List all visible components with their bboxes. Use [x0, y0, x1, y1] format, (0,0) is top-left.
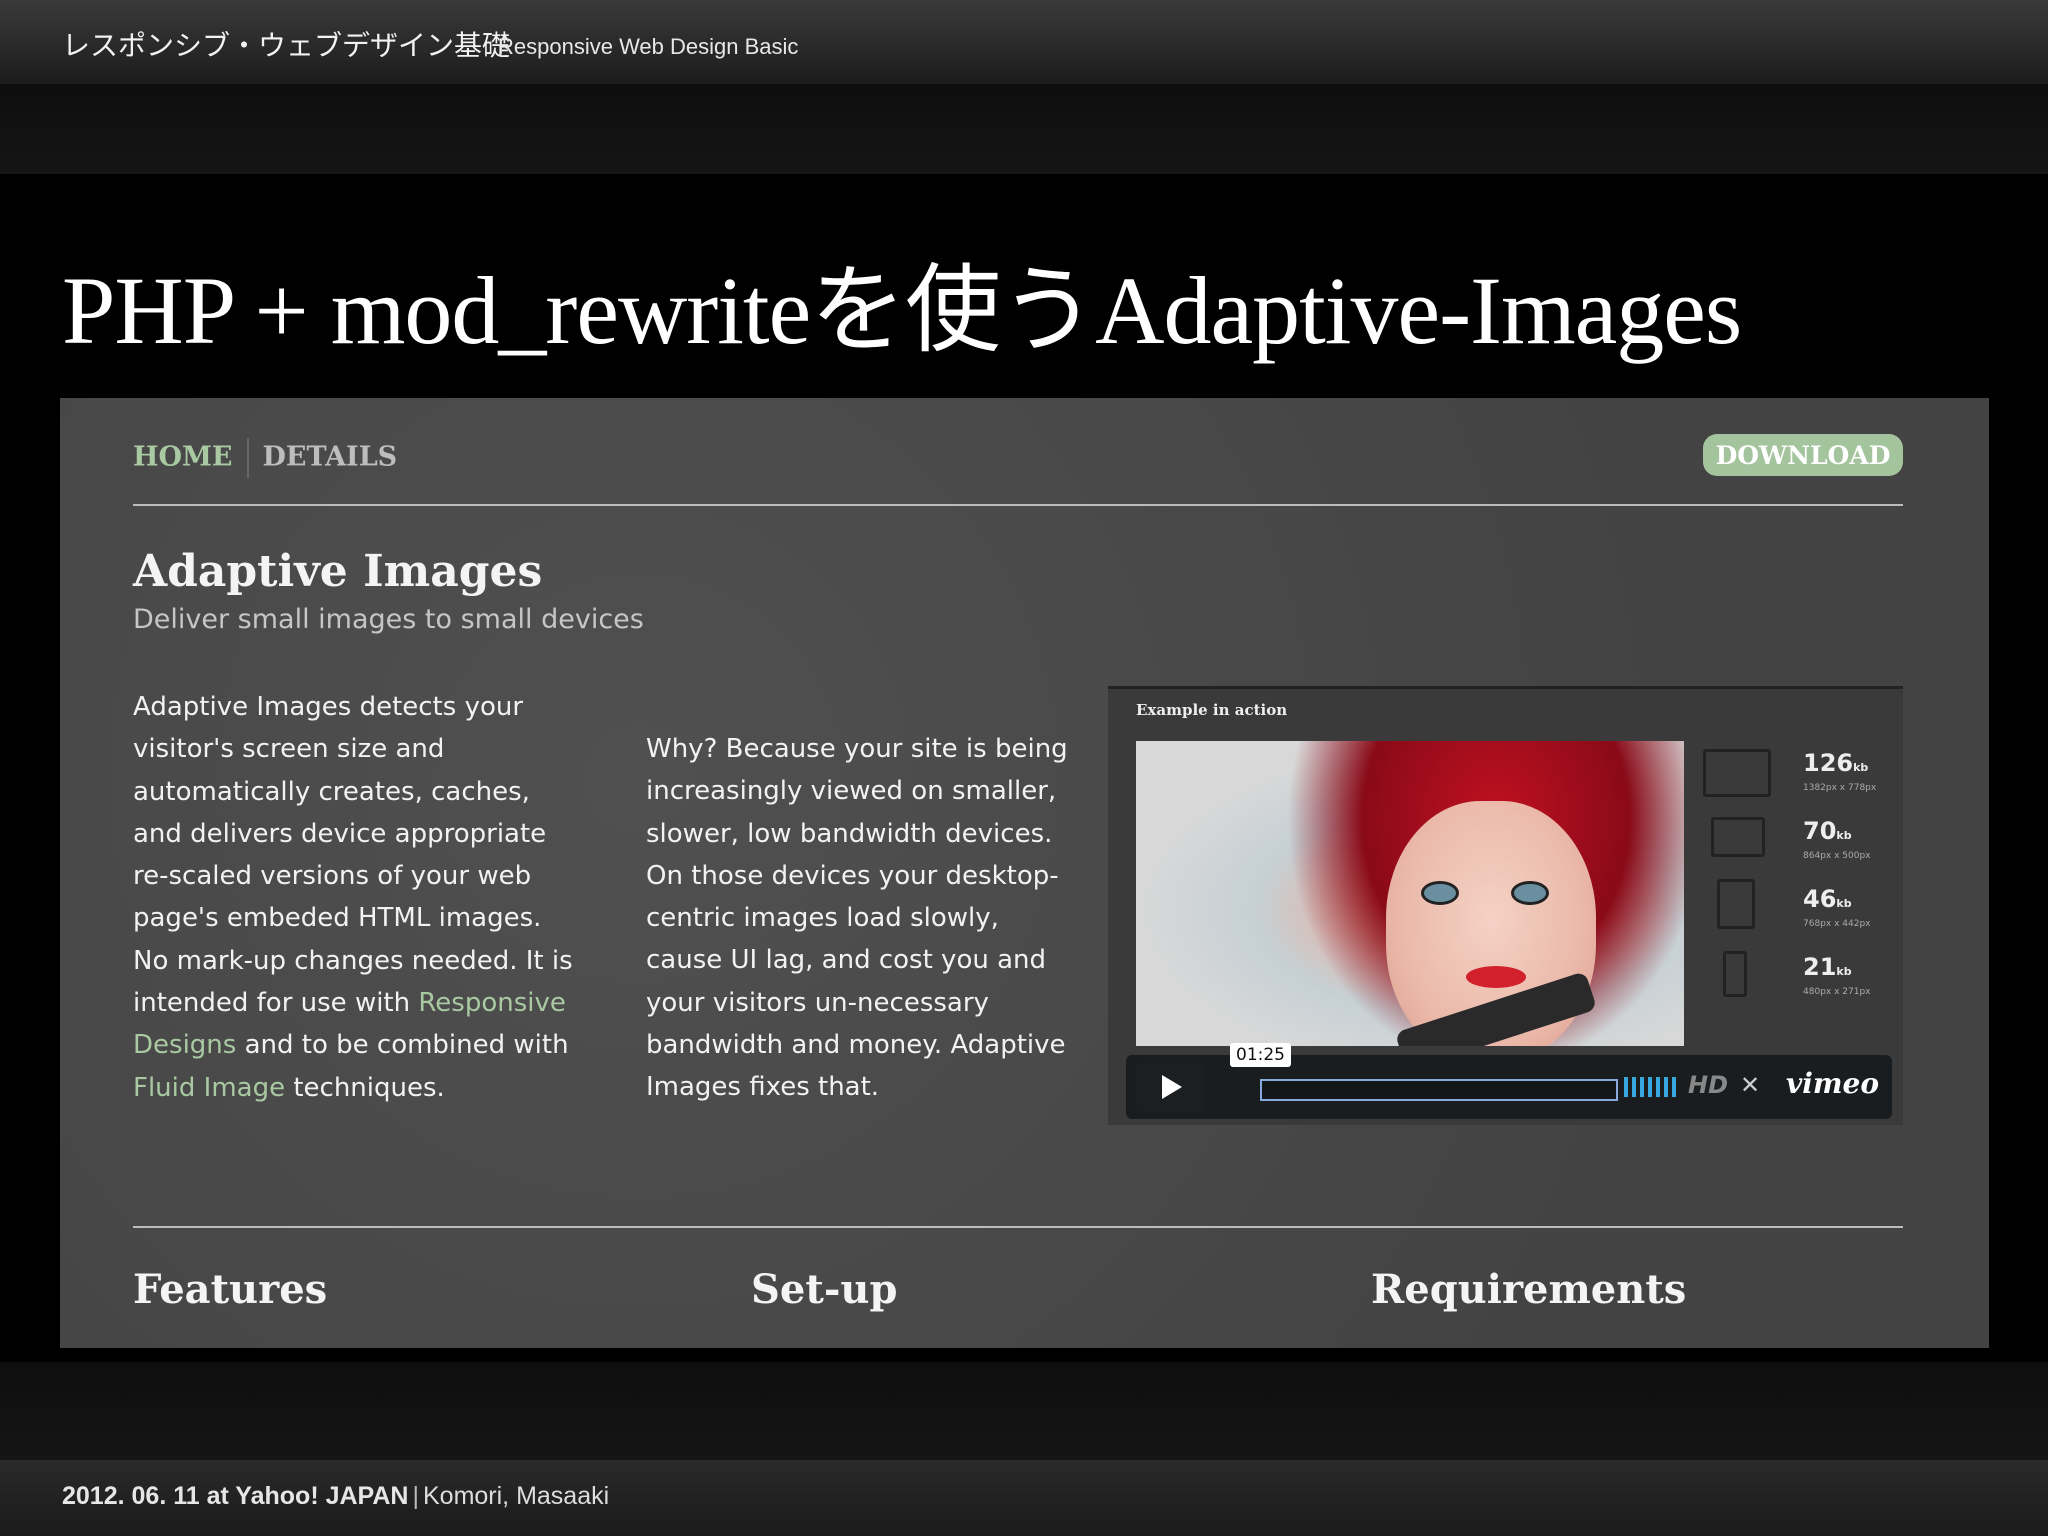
- header-rule: [133, 504, 1903, 506]
- nav-divider: [246, 438, 249, 478]
- device-res-desktop: 1382px x 778px: [1803, 783, 1877, 793]
- laptop-icon: [1711, 817, 1765, 857]
- phone-icon: [1723, 951, 1747, 997]
- thumbnail-eye-right: [1511, 881, 1549, 905]
- download-button[interactable]: DOWNLOAD: [1703, 434, 1903, 476]
- video-scrubber[interactable]: [1260, 1079, 1618, 1101]
- desktop-icon: [1703, 749, 1771, 797]
- vimeo-logo[interactable]: vimeo: [1786, 1067, 1879, 1100]
- device-size-laptop: 70kb: [1803, 817, 1852, 845]
- header-title-jp: レスポンシブ・ウェブデザイン基礎: [62, 30, 511, 61]
- intro-text-b: and to be combined with: [236, 1030, 569, 1061]
- site-subtitle: Deliver small images to small devices: [133, 604, 644, 635]
- device-res-phone: 480px x 271px: [1803, 987, 1871, 997]
- footer-date: 2012. 06. 11 at Yahoo! JAPAN: [62, 1482, 409, 1510]
- slide-header-bar: レスポンシブ・ウェブデザイン基礎 Responsive Web Design B…: [0, 0, 2048, 85]
- section-requirements: Requirements: [1371, 1266, 1687, 1313]
- play-button[interactable]: [1136, 1063, 1204, 1111]
- section-rule: [133, 1226, 1903, 1228]
- device-size-desktop: 126kb: [1803, 749, 1869, 777]
- video-timestamp: 01:25: [1230, 1043, 1291, 1067]
- footer-text: 2012. 06. 11 at Yahoo! JAPAN | Komori, Mas…: [62, 1482, 609, 1511]
- thumbnail-eye-left: [1421, 881, 1459, 905]
- section-features: Features: [133, 1266, 328, 1313]
- device-res-laptop: 864px x 500px: [1803, 851, 1871, 861]
- slide-title: PHP + mod_rewriteを使うAdaptive-Images: [62, 257, 1742, 364]
- thumbnail-lips: [1466, 966, 1526, 988]
- video-player-controls: 01:25 HD ✕ vimeo: [1126, 1043, 1892, 1119]
- fullscreen-icon[interactable]: ✕: [1740, 1071, 1760, 1100]
- device-res-tablet: 768px x 442px: [1803, 919, 1871, 929]
- header-band: [0, 84, 2048, 174]
- site-title: Adaptive Images: [133, 546, 543, 597]
- intro-text-c: techniques.: [285, 1072, 445, 1103]
- intro-column-1: Adaptive Images detects your visitor's s…: [133, 686, 573, 1109]
- fluid-image-link[interactable]: Fluid Image: [133, 1073, 285, 1103]
- section-setup: Set-up: [751, 1266, 898, 1313]
- hd-toggle[interactable]: HD: [1688, 1071, 1728, 1099]
- site-nav: HOME DETAILS: [133, 438, 397, 478]
- intro-text-a: Adaptive Images detects your visitor's s…: [133, 692, 573, 1019]
- tablet-icon: [1717, 879, 1755, 929]
- nav-details-link[interactable]: DETAILS: [263, 442, 398, 473]
- footer-band: [0, 1362, 2048, 1460]
- adaptive-images-website-screenshot: HOME DETAILS DOWNLOAD Adaptive Images Del…: [60, 398, 1989, 1348]
- video-label: Example in action: [1136, 701, 1288, 719]
- volume-bars-icon[interactable]: [1624, 1077, 1678, 1097]
- play-icon: [1162, 1075, 1182, 1099]
- header-title-en: Responsive Web Design Basic: [498, 34, 799, 59]
- slide-footer: 2012. 06. 11 at Yahoo! JAPAN | Komori, Mas…: [0, 1460, 2048, 1536]
- video-embed[interactable]: Example in action 126kb 1382px x 778px 7…: [1108, 686, 1903, 1125]
- intro-column-2: Why? Because your site is being increasi…: [646, 734, 1068, 1103]
- device-size-tablet: 46kb: [1803, 885, 1852, 913]
- footer-author: Komori, Masaaki: [422, 1482, 610, 1510]
- video-thumbnail: [1136, 741, 1684, 1046]
- device-size-phone: 21kb: [1803, 953, 1852, 981]
- footer-separator: |: [412, 1482, 419, 1510]
- nav-home-link[interactable]: HOME: [133, 442, 233, 473]
